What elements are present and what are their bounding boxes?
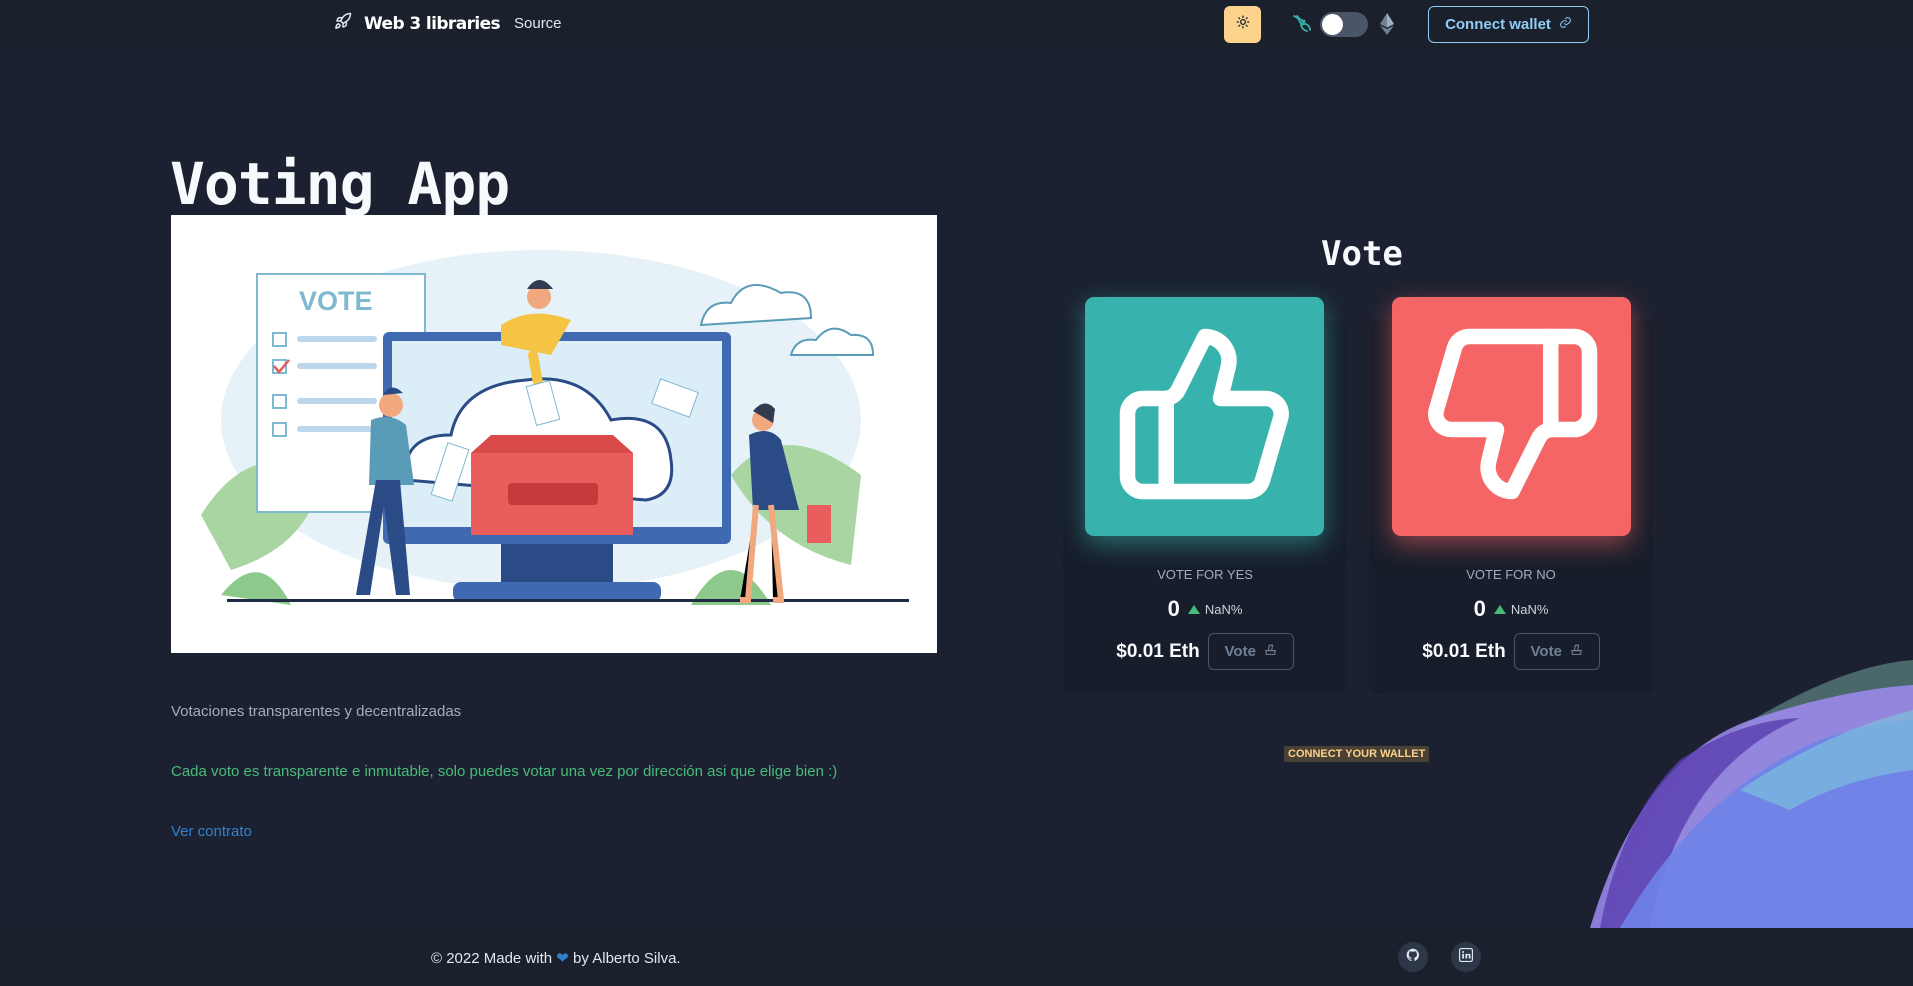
top-navbar: Web 3 libraries Source Connect wallet — [0, 0, 1913, 50]
theme-toggle-button[interactable] — [1224, 6, 1261, 43]
ballot-icon — [1264, 643, 1277, 660]
github-icon — [1406, 948, 1420, 967]
network-toggle[interactable] — [1320, 12, 1368, 37]
vote-yes-label: VOTE FOR YES — [1157, 567, 1253, 582]
copyright: © 2022 Made with ❤ by Alberto Silva. — [431, 949, 681, 967]
linkedin-icon — [1459, 947, 1473, 967]
vote-no-label: VOTE FOR NO — [1466, 567, 1556, 582]
vote-yes-stats: 0 NaN% — [1063, 596, 1347, 622]
rocket-icon — [334, 12, 352, 35]
connect-wallet-button[interactable]: Connect wallet — [1428, 6, 1589, 43]
linkedin-link[interactable] — [1451, 942, 1481, 972]
nav-link-source[interactable]: Source — [514, 15, 562, 32]
subtitle: Votaciones transparentes y decentralizad… — [171, 703, 462, 720]
vote-no-button[interactable]: Vote — [1513, 633, 1600, 670]
brand[interactable]: Web 3 libraries — [334, 12, 501, 35]
link-icon — [1559, 16, 1572, 33]
vote-yes-percent-value: NaN% — [1204, 601, 1243, 617]
vote-yes-count: 0 — [1167, 596, 1180, 621]
vote-no-price: $0.01 Eth — [1422, 640, 1506, 662]
vote-no-stats: 0 NaN% — [1369, 596, 1653, 622]
sun-icon — [1236, 15, 1250, 34]
copyright-suffix: by Alberto Silva. — [573, 950, 681, 967]
voting-note: Cada voto es transparente e inmutable, s… — [171, 763, 838, 780]
vote-no-percent: NaN% — [1493, 601, 1549, 617]
vote-yes-price: $0.01 Eth — [1116, 640, 1200, 662]
arrow-up-icon — [1187, 604, 1200, 614]
connect-wallet-label: Connect wallet — [1445, 16, 1551, 33]
brand-name: Web 3 libraries — [364, 13, 501, 34]
voting-illustration: VOTE — [171, 215, 937, 653]
heart-icon: ❤ — [556, 950, 569, 967]
toggle-knob — [1322, 14, 1343, 35]
vote-yes-price-row: $0.01 Eth Vote — [1063, 633, 1347, 670]
ballot-icon — [1570, 643, 1583, 660]
copyright-prefix: © 2022 Made with — [431, 950, 553, 967]
vote-yes-button-label: Vote — [1224, 643, 1256, 660]
ethereum-icon[interactable] — [1379, 12, 1395, 41]
vote-yes-button[interactable]: Vote — [1207, 633, 1294, 670]
vote-no-tile[interactable] — [1392, 297, 1631, 536]
footer: © 2022 Made with ❤ by Alberto Silva. — [0, 928, 1913, 986]
page-title: Voting App — [170, 150, 510, 218]
vote-no-button-label: Vote — [1530, 643, 1562, 660]
vote-heading: Vote — [1321, 234, 1403, 274]
thumbs-down-icon — [1419, 321, 1605, 512]
vote-yes-tile[interactable] — [1085, 297, 1324, 536]
decorative-blob — [1590, 660, 1913, 928]
arrow-up-icon — [1493, 604, 1506, 614]
vote-no-percent-value: NaN% — [1510, 601, 1549, 617]
github-link[interactable] — [1398, 942, 1428, 972]
thumbs-up-icon — [1112, 321, 1298, 512]
vote-paper-label: VOTE — [299, 286, 373, 316]
connect-wallet-badge: CONNECT YOUR WALLET — [1284, 746, 1430, 762]
uniswap-icon[interactable] — [1290, 12, 1314, 41]
vote-yes-percent: NaN% — [1187, 601, 1243, 617]
vote-no-count: 0 — [1473, 596, 1486, 621]
view-contract-link[interactable]: Ver contrato — [171, 823, 252, 840]
